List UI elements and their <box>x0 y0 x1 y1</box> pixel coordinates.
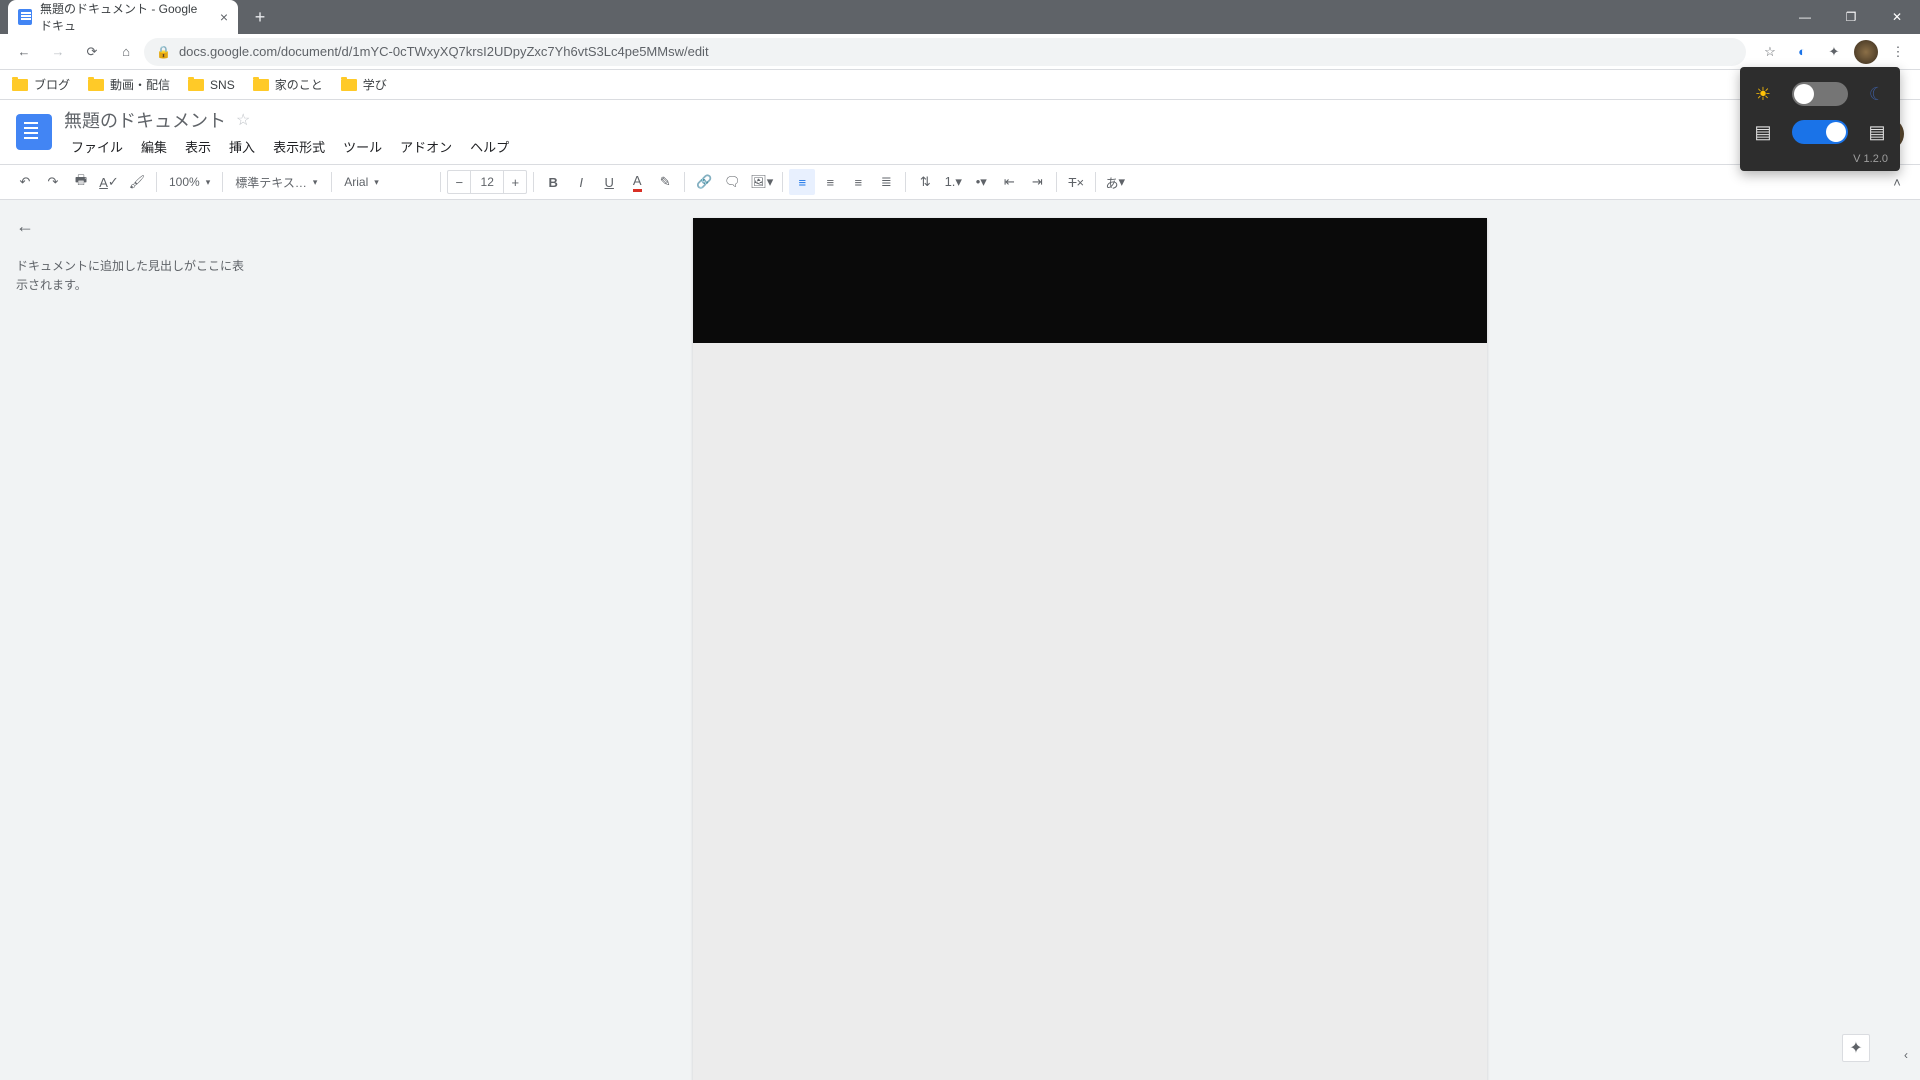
home-button[interactable]: ⌂ <box>110 36 142 68</box>
bookmark-star-icon[interactable]: ☆ <box>1756 38 1784 66</box>
menu-bar: ファイル 編集 表示 挿入 表示形式 ツール アドオン ヘルプ <box>64 135 516 158</box>
browser-titlebar: 無題のドキュメント - Google ドキュ × + — ❐ ✕ <box>0 0 1920 34</box>
address-bar[interactable]: 🔒 docs.google.com/document/d/1mYC-0cTWxy… <box>144 38 1746 66</box>
page-header-block <box>693 218 1487 343</box>
close-tab-icon[interactable]: × <box>220 9 228 25</box>
menu-insert[interactable]: 挿入 <box>222 135 262 158</box>
page-dark-icon: ▤ <box>1866 121 1888 143</box>
layout-toggle[interactable] <box>1792 120 1848 144</box>
folder-icon <box>188 79 204 91</box>
bookmark-folder[interactable]: 家のこと <box>253 76 323 93</box>
bookmarks-bar: ブログ 動画・配信 SNS 家のこと 学び <box>0 70 1920 100</box>
highlight-button[interactable]: ✎ <box>652 169 678 195</box>
maximize-button[interactable]: ❐ <box>1828 0 1874 34</box>
nav-back-button[interactable]: ← <box>8 36 40 68</box>
url-text: docs.google.com/document/d/1mYC-0cTWxyXQ… <box>179 44 709 59</box>
menu-file[interactable]: ファイル <box>64 135 130 158</box>
extension-dark-icon[interactable]: ◐ <box>1788 38 1816 66</box>
paragraph-style-select[interactable]: 標準テキス… <box>229 169 325 195</box>
outline-empty-hint: ドキュメントに追加した見出しがここに表示されます。 <box>16 257 244 295</box>
extension-version: V 1.2.0 <box>1752 153 1888 165</box>
window-controls: — ❐ ✕ <box>1782 0 1920 34</box>
chrome-menu-button[interactable]: ⋮ <box>1884 38 1912 66</box>
underline-button[interactable]: U <box>596 169 622 195</box>
text-color-button[interactable]: A <box>624 169 650 195</box>
align-justify-button[interactable]: ≣ <box>873 169 899 195</box>
document-page[interactable] <box>693 218 1487 1080</box>
increase-indent-button[interactable]: ⇥ <box>1024 169 1050 195</box>
star-icon[interactable]: ☆ <box>236 110 250 130</box>
bulleted-list-button[interactable]: •▾ <box>968 169 994 195</box>
zoom-select[interactable]: 100% <box>163 169 216 195</box>
sun-icon: ☀ <box>1752 83 1774 105</box>
side-panel-toggle[interactable]: ‹ <box>1904 1048 1908 1062</box>
moon-icon: ☾ <box>1866 83 1888 105</box>
new-tab-button[interactable]: + <box>246 3 274 31</box>
menu-view[interactable]: 表示 <box>178 135 218 158</box>
decrease-indent-button[interactable]: ⇤ <box>996 169 1022 195</box>
insert-link-button[interactable]: 🔗 <box>691 169 717 195</box>
align-center-button[interactable]: ≡ <box>817 169 843 195</box>
bold-button[interactable]: B <box>540 169 566 195</box>
minimize-button[interactable]: — <box>1782 0 1828 34</box>
dark-mode-toggle[interactable] <box>1792 82 1848 106</box>
bookmark-folder[interactable]: SNS <box>188 78 235 92</box>
outline-panel: ← ドキュメントに追加した見出しがここに表示されます。 <box>0 200 260 1080</box>
folder-icon <box>12 79 28 91</box>
font-size-increase[interactable]: + <box>504 175 526 190</box>
undo-button[interactable]: ↶ <box>12 169 38 195</box>
close-window-button[interactable]: ✕ <box>1874 0 1920 34</box>
align-right-button[interactable]: ≡ <box>845 169 871 195</box>
italic-button[interactable]: I <box>568 169 594 195</box>
folder-icon <box>253 79 269 91</box>
menu-format[interactable]: 表示形式 <box>266 135 332 158</box>
docs-favicon-icon <box>18 9 32 25</box>
document-canvas[interactable] <box>260 200 1920 1080</box>
spellcheck-button[interactable]: A✓ <box>96 169 122 195</box>
docs-header: 無題のドキュメント ☆ ファイル 編集 表示 挿入 表示形式 ツール アドオン … <box>0 100 1920 164</box>
address-bar-row: ← → ⟳ ⌂ 🔒 docs.google.com/document/d/1mY… <box>0 34 1920 70</box>
menu-addons[interactable]: アドオン <box>393 135 459 158</box>
folder-icon <box>88 79 104 91</box>
lock-icon: 🔒 <box>156 45 171 59</box>
font-size-control: − 12 + <box>447 170 527 194</box>
line-spacing-button[interactable]: ⇅ <box>912 169 938 195</box>
font-select[interactable]: Arial <box>338 169 434 195</box>
clear-formatting-button[interactable]: T× <box>1063 169 1089 195</box>
redo-button[interactable]: ↷ <box>40 169 66 195</box>
bookmark-folder[interactable]: ブログ <box>12 76 70 93</box>
menu-tools[interactable]: ツール <box>336 135 389 158</box>
profile-avatar[interactable] <box>1852 38 1880 66</box>
insert-image-button[interactable]: 🖼▾ <box>747 169 776 195</box>
workspace: ← ドキュメントに追加した見出しがここに表示されます。 <box>0 200 1920 1080</box>
nav-forward-button[interactable]: → <box>42 36 74 68</box>
reload-button[interactable]: ⟳ <box>76 36 108 68</box>
print-button[interactable]: 🖶 <box>68 169 94 195</box>
add-comment-button[interactable]: 🗨 <box>719 169 745 195</box>
tab-title: 無題のドキュメント - Google ドキュ <box>40 0 212 34</box>
menu-help[interactable]: ヘルプ <box>463 135 516 158</box>
extension-popup: ☀ ☾ ▤ ▤ V 1.2.0 <box>1740 67 1900 171</box>
paint-format-button[interactable]: 🖌 <box>124 169 150 195</box>
docs-logo-icon[interactable] <box>16 114 52 150</box>
bookmark-folder[interactable]: 学び <box>341 76 387 93</box>
font-size-decrease[interactable]: − <box>448 175 470 190</box>
input-tools-button[interactable]: あ▾ <box>1102 169 1128 195</box>
bookmark-folder[interactable]: 動画・配信 <box>88 76 170 93</box>
folder-icon <box>341 79 357 91</box>
font-size-value[interactable]: 12 <box>470 171 504 193</box>
page-light-icon: ▤ <box>1752 121 1774 143</box>
browser-tab[interactable]: 無題のドキュメント - Google ドキュ × <box>8 0 238 34</box>
docs-toolbar: ↶ ↷ 🖶 A✓ 🖌 100% 標準テキス… Arial − 12 + B I … <box>0 164 1920 200</box>
menu-edit[interactable]: 編集 <box>134 135 174 158</box>
align-left-button[interactable]: ≡ <box>789 169 815 195</box>
outline-collapse-icon[interactable]: ← <box>16 216 34 237</box>
numbered-list-button[interactable]: 1.▾ <box>940 169 966 195</box>
explore-button[interactable]: ✦ <box>1842 1034 1870 1062</box>
collapse-toolbar-button[interactable]: ˄ <box>1884 169 1910 195</box>
extensions-puzzle-icon[interactable]: ✦ <box>1820 38 1848 66</box>
document-title[interactable]: 無題のドキュメント <box>64 107 226 133</box>
